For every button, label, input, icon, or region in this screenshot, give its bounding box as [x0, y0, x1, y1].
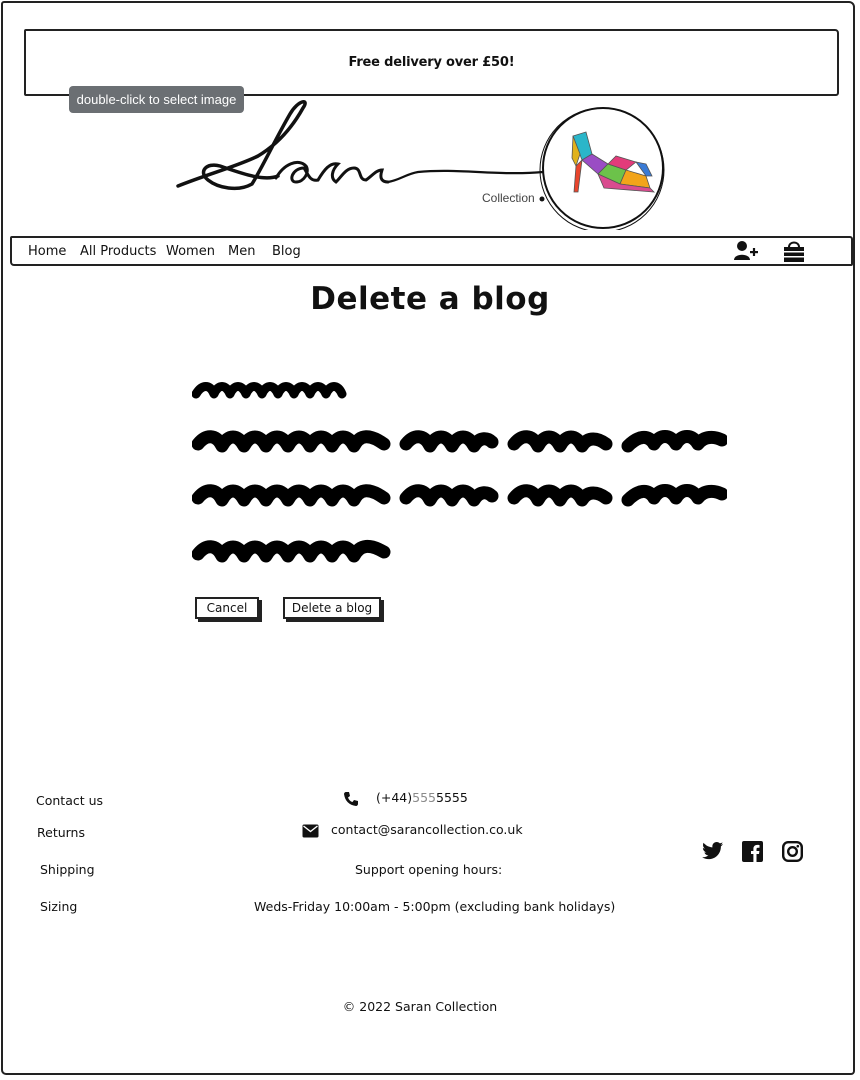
footer-link-shipping[interactable]: Shipping	[40, 862, 95, 877]
logo-image[interactable]: Collection	[168, 96, 678, 230]
add-user-icon[interactable]	[733, 240, 759, 262]
nav-item-home[interactable]: Home	[28, 244, 66, 259]
footer-link-contact-us[interactable]: Contact us	[36, 793, 103, 808]
shopping-bag-icon[interactable]	[781, 238, 807, 264]
phone-muted: 555	[412, 790, 436, 805]
copyright-text: © 2022 Saran Collection	[342, 999, 498, 1014]
image-tooltip: double-click to select image	[69, 86, 244, 113]
logo-subtext: Collection	[482, 191, 535, 205]
facebook-icon[interactable]	[742, 841, 763, 862]
nav-item-women[interactable]: Women	[166, 244, 215, 259]
twitter-icon[interactable]	[702, 841, 724, 861]
phone-suffix: 5555	[436, 790, 468, 805]
page-title: Delete a blog	[310, 281, 550, 317]
tooltip-text: double-click to select image	[76, 92, 237, 107]
promo-text: Free delivery over £50!	[348, 55, 515, 70]
footer-email[interactable]: contact@sarancollection.co.uk	[331, 822, 523, 837]
nav-item-men[interactable]: Men	[228, 244, 255, 259]
phone-icon	[344, 792, 358, 806]
nav-item-all-products[interactable]: All Products	[80, 244, 156, 259]
logo-wordmark	[176, 100, 552, 191]
support-hours: Weds-Friday 10:00am - 5:00pm (excluding …	[254, 899, 616, 914]
blog-content-placeholder	[192, 382, 727, 563]
nav-item-blog[interactable]: Blog	[272, 244, 301, 259]
footer-link-sizing[interactable]: Sizing	[40, 899, 77, 914]
delete-blog-button[interactable]: Delete a blog	[283, 597, 381, 619]
instagram-icon[interactable]	[782, 841, 803, 862]
footer-link-returns[interactable]: Returns	[37, 825, 85, 840]
envelope-icon	[302, 824, 319, 838]
phone-prefix: (+44)	[376, 790, 413, 805]
footer-phone[interactable]: (+44)5555555	[376, 790, 468, 805]
support-hours-title: Support opening hours:	[355, 862, 503, 877]
cancel-button[interactable]: Cancel	[195, 597, 259, 619]
main-navbar: Home All Products Women Men Blog	[10, 236, 853, 266]
placeholder-line	[192, 382, 347, 399]
